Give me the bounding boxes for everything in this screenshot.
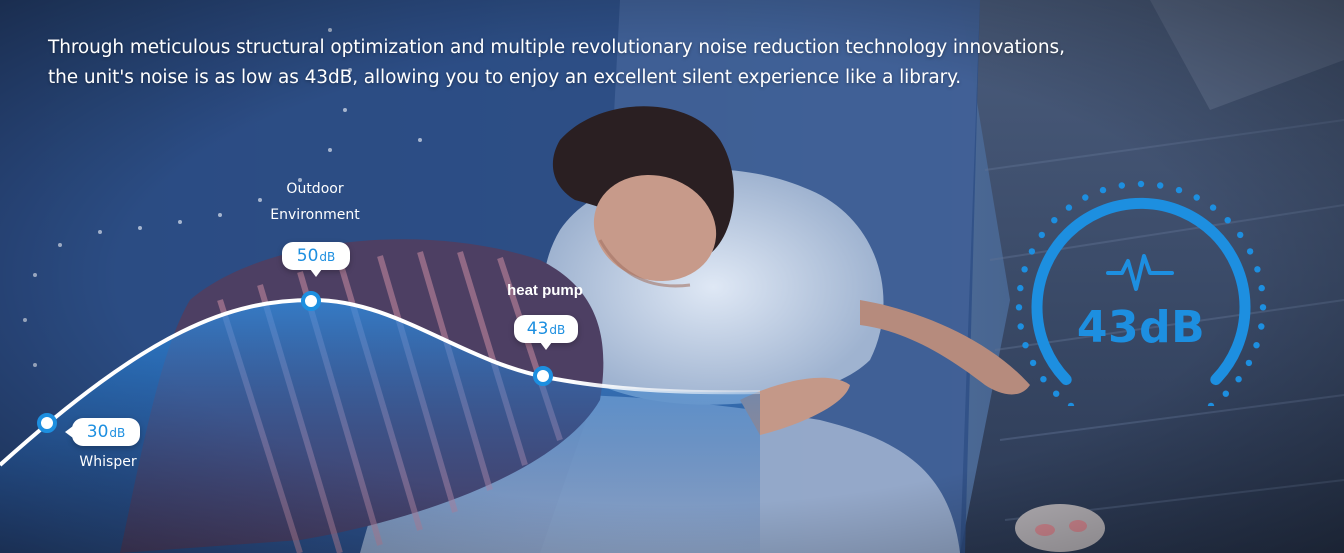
headline-line-1: Through meticulous structural optimizati… bbox=[48, 37, 1065, 58]
gauge-ring-dot bbox=[1028, 248, 1036, 255]
headline-line-2: the unit's noise is as low as 43dB, allo… bbox=[48, 67, 962, 88]
whisper-db-bubble: 30dB bbox=[65, 418, 140, 446]
gauge-ring-dot bbox=[1017, 323, 1024, 330]
gauge-ring-dot bbox=[1235, 376, 1242, 383]
heat-pump-point-marker bbox=[533, 366, 553, 386]
gauge-ring-dot bbox=[1258, 284, 1265, 292]
gauge-ring-dot bbox=[1017, 284, 1024, 292]
gauge-ring-dot bbox=[1082, 194, 1089, 201]
gauge-ring-dot bbox=[1207, 402, 1215, 406]
gauge-ring-dot bbox=[1099, 186, 1107, 194]
whisper-point-marker bbox=[37, 413, 57, 433]
gauge-ring-dot bbox=[1053, 390, 1060, 397]
noise-level-gauge bbox=[1015, 180, 1267, 406]
whisper-label: Whisper bbox=[79, 454, 137, 470]
outdoor-point-marker bbox=[301, 291, 321, 311]
gauge-ring-dot bbox=[1021, 266, 1028, 273]
gauge-ring-dot bbox=[1040, 376, 1047, 383]
heat-pump-label: heat pump bbox=[507, 282, 583, 299]
heat-pump-db-unit: dB bbox=[549, 323, 566, 337]
whisper-db-value: 30 bbox=[86, 422, 109, 442]
gauge-ring-dot bbox=[1209, 204, 1217, 211]
gauge-ring-dot bbox=[1038, 231, 1045, 239]
gauge-ring-dot bbox=[1222, 390, 1229, 397]
outdoor-label-line-1: Outdoor bbox=[286, 181, 344, 197]
heat-pump-db-value: 43 bbox=[526, 319, 549, 339]
gauge-ring-dot bbox=[1254, 266, 1261, 273]
gauge-ring-dot bbox=[1015, 304, 1023, 311]
outdoor-db-unit: dB bbox=[319, 250, 336, 264]
gauge-ring-dot bbox=[1193, 194, 1200, 201]
heartbeat-pulse-icon bbox=[1106, 254, 1174, 291]
outdoor-db-bubble: 50dB bbox=[282, 242, 350, 277]
outdoor-environment-label: Outdoor Environment bbox=[250, 178, 380, 226]
whisper-db-unit: dB bbox=[109, 426, 126, 440]
gauge-ring-dot bbox=[1118, 182, 1125, 189]
gauge-ring-dot bbox=[1157, 182, 1164, 189]
gauge-ring-dot bbox=[1224, 217, 1231, 224]
gauge-arc bbox=[1031, 197, 1251, 386]
gauge-ring-dot bbox=[1029, 359, 1037, 367]
gauge-ring-dot bbox=[1175, 186, 1183, 194]
gauge-ring-dot bbox=[1246, 248, 1254, 255]
gauge-ring-dot bbox=[1245, 359, 1253, 367]
gauge-ring-dot bbox=[1258, 323, 1265, 330]
gauge-ring-dot bbox=[1022, 342, 1029, 349]
gauge-ring-dot bbox=[1051, 217, 1058, 224]
gauge-ring-dot bbox=[1259, 304, 1267, 311]
outdoor-db-value: 50 bbox=[296, 246, 319, 266]
gauge-ring-dot bbox=[1067, 402, 1075, 406]
gauge-value-text: 43dB bbox=[1076, 302, 1206, 353]
outdoor-label-line-2: Environment bbox=[270, 207, 360, 223]
silent-experience-banner: Through meticulous structural optimizati… bbox=[0, 0, 1344, 553]
gauge-ring-dot bbox=[1065, 204, 1073, 211]
gauge-ring-dot bbox=[1137, 180, 1145, 188]
heat-pump-db-bubble: 43dB bbox=[514, 315, 578, 350]
gauge-ring-dot bbox=[1237, 231, 1244, 239]
gauge-ring-dot bbox=[1253, 342, 1260, 349]
headline-text: Through meticulous structural optimizati… bbox=[48, 33, 1168, 93]
